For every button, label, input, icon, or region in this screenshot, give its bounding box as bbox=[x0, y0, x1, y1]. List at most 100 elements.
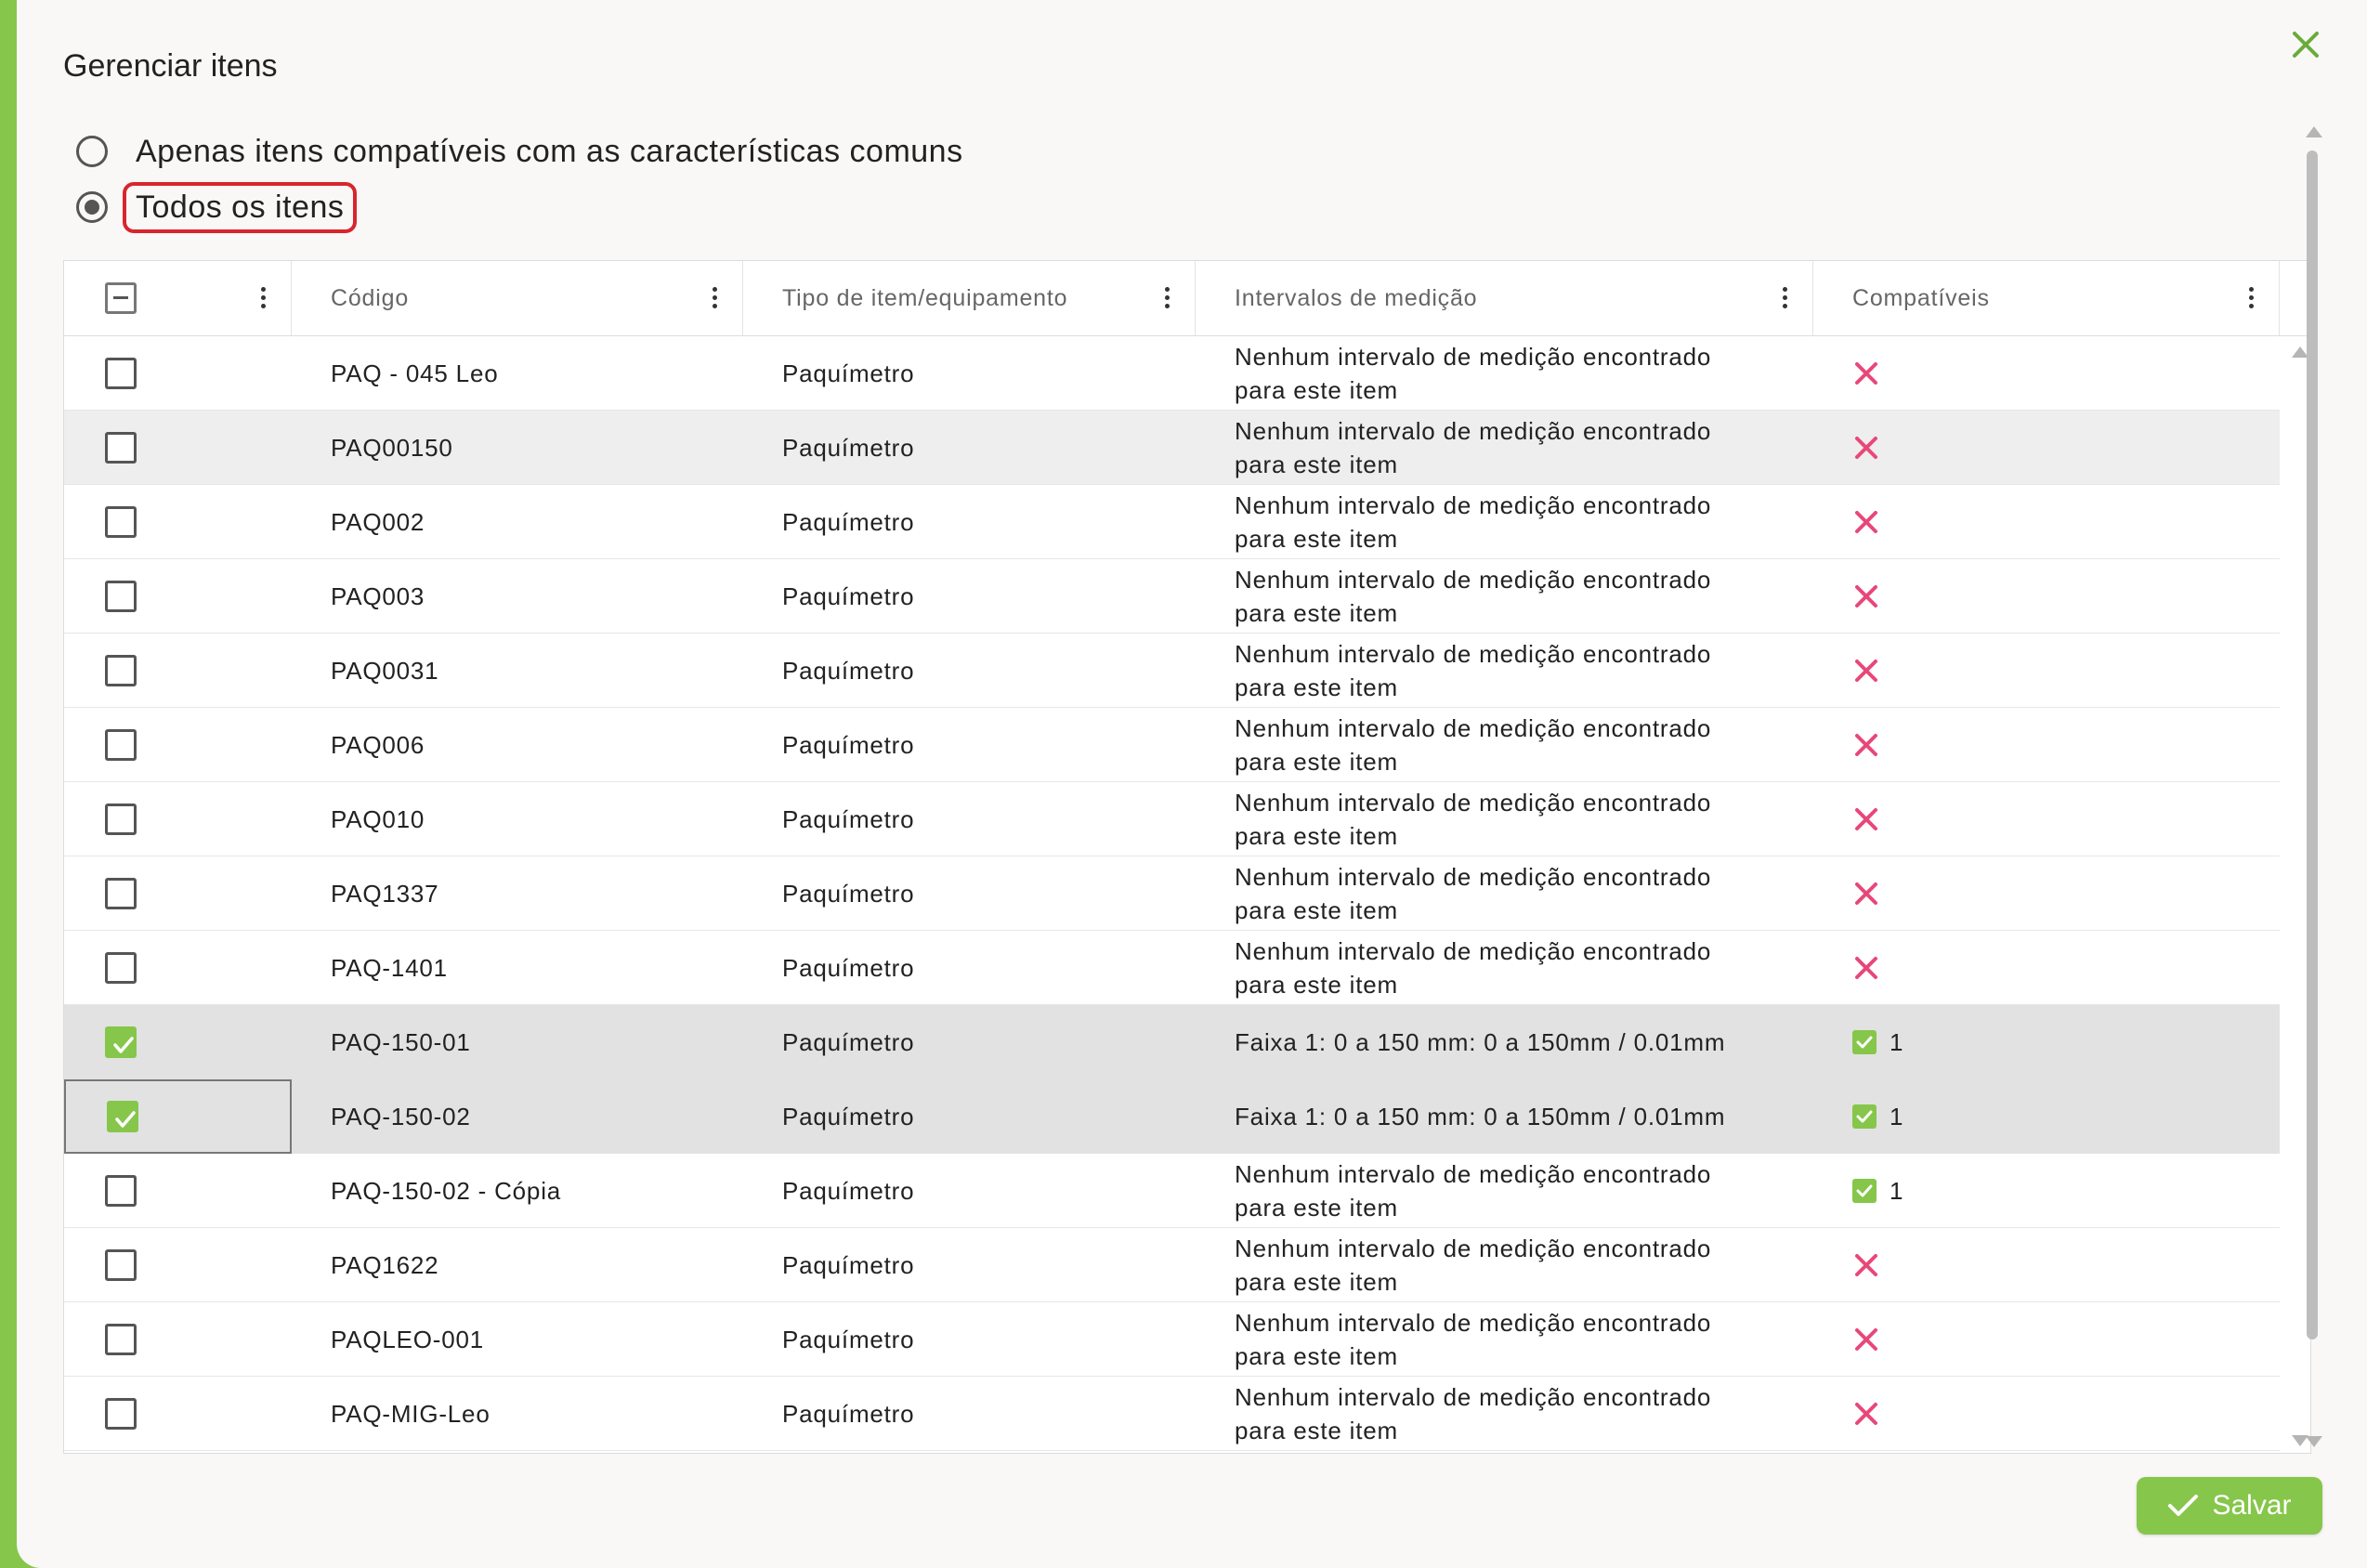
column-menu-icon[interactable] bbox=[261, 287, 267, 309]
radio-button-compatible[interactable] bbox=[76, 136, 108, 167]
table-row[interactable]: PAQ010 Paquímetro Nenhum intervalo de medi… bbox=[64, 782, 2280, 856]
scrollbar-thumb[interactable] bbox=[2307, 150, 2318, 1339]
table-row[interactable]: PAQ - 045 Leo Paquímetro Nenhum intervalo … bbox=[64, 336, 2280, 411]
row-select-cell[interactable] bbox=[64, 559, 292, 634]
row-checkbox[interactable] bbox=[105, 432, 137, 464]
table-row[interactable]: PAQ-150-02 - Cópia Paquímetro Nenhum inter… bbox=[64, 1154, 2280, 1228]
x-mark-icon bbox=[1855, 585, 1877, 608]
row-checkbox[interactable] bbox=[105, 358, 137, 389]
x-mark-icon bbox=[1855, 362, 1877, 385]
table-row[interactable]: PAQLEO-001 Paquímetro Nenhum intervalo de … bbox=[64, 1302, 2280, 1377]
cell-code: PAQ00150 bbox=[331, 433, 453, 462]
row-checkbox[interactable] bbox=[105, 804, 137, 835]
table-row[interactable]: PAQ002 Paquímetro Nenhum intervalo de medi… bbox=[64, 485, 2280, 559]
interval-text-line2: para este item bbox=[1235, 1342, 1398, 1370]
cell-intervals: Nenhum intervalo de medição encontrado pa… bbox=[1196, 1154, 1813, 1228]
select-all-checkbox[interactable] bbox=[105, 282, 137, 314]
radio-label-all: Todos os itens bbox=[123, 181, 358, 233]
header-compatible-label: Compatíveis bbox=[1852, 284, 1990, 311]
row-checkbox[interactable] bbox=[105, 1398, 137, 1430]
cell-type: Paquímetro bbox=[782, 656, 915, 685]
table-row[interactable]: PAQ00150 Paquímetro Nenhum intervalo de me… bbox=[64, 411, 2280, 485]
interval-text-line2: para este item bbox=[1235, 1417, 1398, 1444]
row-select-cell[interactable] bbox=[64, 1302, 292, 1377]
table-row[interactable]: PAQ-150-01 Paquímetro Faixa 1: 0 a 150 mm:… bbox=[64, 1005, 2280, 1079]
row-checkbox[interactable] bbox=[105, 729, 137, 761]
scroll-up-icon[interactable] bbox=[2306, 126, 2322, 137]
table-row[interactable]: PAQ006 Paquímetro Nenhum intervalo de medi… bbox=[64, 708, 2280, 782]
row-checkbox[interactable] bbox=[105, 878, 137, 909]
x-mark-icon bbox=[1855, 1328, 1877, 1351]
interval-text-line2: para este item bbox=[1235, 1194, 1398, 1222]
radio-option-all[interactable]: Todos os itens bbox=[76, 181, 358, 233]
row-select-cell[interactable] bbox=[64, 1377, 292, 1451]
row-select-cell[interactable] bbox=[64, 708, 292, 782]
x-mark-icon bbox=[1855, 882, 1877, 905]
cell-compatible bbox=[1813, 931, 2278, 1005]
close-button[interactable] bbox=[2280, 19, 2332, 71]
table-row[interactable]: PAQ-MIG-Leo Paquímetro Nenhum intervalo de… bbox=[64, 1377, 2280, 1451]
radio-button-all[interactable] bbox=[76, 191, 108, 223]
radio-option-compatible[interactable]: Apenas itens compatíveis com as caracter… bbox=[76, 128, 963, 175]
row-checkbox[interactable] bbox=[105, 1249, 137, 1281]
row-checkbox[interactable] bbox=[105, 952, 137, 984]
header-intervals[interactable]: Intervalos de medição bbox=[1196, 261, 1813, 335]
row-select-cell[interactable] bbox=[64, 1079, 292, 1154]
x-mark-icon bbox=[1855, 1403, 1877, 1425]
checkbox-checked-icon bbox=[1852, 1104, 1877, 1129]
row-select-cell[interactable] bbox=[64, 1154, 292, 1228]
row-checkbox[interactable] bbox=[105, 581, 137, 612]
cell-code: PAQ1622 bbox=[331, 1250, 439, 1279]
scroll-down-icon[interactable] bbox=[2306, 1436, 2322, 1447]
column-menu-icon[interactable] bbox=[1165, 287, 1170, 309]
header-type[interactable]: Tipo de item/equipamento bbox=[743, 261, 1196, 335]
column-menu-icon[interactable] bbox=[2249, 287, 2255, 309]
table-row[interactable]: PAQ1622 Paquímetro Nenhum intervalo de med… bbox=[64, 1228, 2280, 1302]
row-checkbox[interactable] bbox=[105, 506, 137, 538]
interval-text: Nenhum intervalo de medição encontrado bbox=[1235, 863, 1712, 891]
row-select-cell[interactable] bbox=[64, 411, 292, 485]
row-select-cell[interactable] bbox=[64, 931, 292, 1005]
column-menu-icon[interactable] bbox=[1783, 287, 1788, 309]
row-checkbox[interactable] bbox=[107, 1101, 138, 1132]
cell-compatible bbox=[1813, 708, 2278, 782]
cell-type: Paquímetro bbox=[782, 953, 915, 982]
table-row[interactable]: PAQ-150-02 Paquímetro Faixa 1: 0 a 150 mm:… bbox=[64, 1079, 2280, 1154]
cell-intervals: Nenhum intervalo de medição encontrado pa… bbox=[1196, 485, 1813, 559]
interval-text-line2: para este item bbox=[1235, 599, 1398, 627]
row-select-cell[interactable] bbox=[64, 485, 292, 559]
row-checkbox[interactable] bbox=[105, 1175, 137, 1207]
row-select-cell[interactable] bbox=[64, 856, 292, 931]
interval-text: Nenhum intervalo de medição encontrado bbox=[1235, 1309, 1712, 1337]
row-select-cell[interactable] bbox=[64, 1228, 292, 1302]
row-checkbox[interactable] bbox=[105, 1026, 137, 1058]
cell-code: PAQ003 bbox=[331, 581, 425, 610]
x-mark-icon bbox=[1855, 660, 1877, 682]
table-row[interactable]: PAQ1337 Paquímetro Nenhum intervalo de med… bbox=[64, 856, 2280, 931]
cell-type: Paquímetro bbox=[782, 581, 915, 610]
header-compatible[interactable]: Compatíveis bbox=[1813, 261, 2280, 335]
table-row[interactable]: PAQ0031 Paquímetro Nenhum intervalo de med… bbox=[64, 634, 2280, 708]
interval-text: Nenhum intervalo de medição encontrado bbox=[1235, 417, 1712, 445]
dialog-scrollbar[interactable] bbox=[2298, 123, 2326, 1451]
compatible-count: 1 bbox=[1890, 1027, 1904, 1056]
row-select-cell[interactable] bbox=[64, 1005, 292, 1079]
header-code[interactable]: Código bbox=[292, 261, 743, 335]
cell-compatible bbox=[1813, 856, 2278, 931]
row-checkbox[interactable] bbox=[105, 1324, 137, 1355]
interval-text: Nenhum intervalo de medição encontrado bbox=[1235, 491, 1712, 519]
table-row[interactable]: PAQ003 Paquímetro Nenhum intervalo de medi… bbox=[64, 559, 2280, 634]
row-select-cell[interactable] bbox=[64, 634, 292, 708]
table-row[interactable]: PAQ-1401 Paquímetro Nenhum intervalo de me… bbox=[64, 931, 2280, 1005]
cell-compatible bbox=[1813, 336, 2278, 411]
row-select-cell[interactable] bbox=[64, 782, 292, 856]
x-mark-icon bbox=[1855, 1254, 1877, 1276]
cell-type: Paquímetro bbox=[782, 1325, 915, 1353]
row-checkbox[interactable] bbox=[105, 655, 137, 686]
save-button[interactable]: Salvar bbox=[2137, 1477, 2322, 1535]
row-select-cell[interactable] bbox=[64, 336, 292, 411]
cell-type: Paquímetro bbox=[782, 730, 915, 759]
column-menu-icon[interactable] bbox=[713, 287, 718, 309]
cell-type: Paquímetro bbox=[782, 433, 915, 462]
interval-text: Nenhum intervalo de medição encontrado bbox=[1235, 937, 1712, 965]
